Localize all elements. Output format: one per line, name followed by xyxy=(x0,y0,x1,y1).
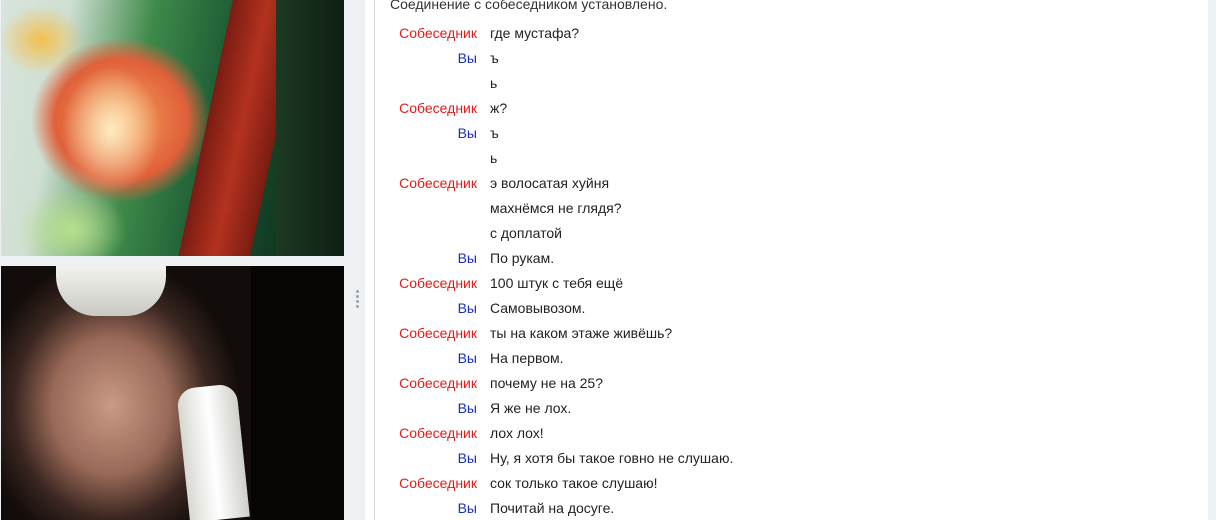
message-sender: Собеседник xyxy=(399,425,477,441)
message-sender: Собеседник xyxy=(399,275,477,291)
message-row: Собеседник э волосатая хуйня xyxy=(375,171,1209,196)
message-sender: Собеседник xyxy=(399,375,477,391)
message-sender: Вы xyxy=(457,350,477,366)
message-row: Собеседник ты на каком этаже живёшь? xyxy=(375,321,1209,346)
message-text: ты на каком этаже живёшь? xyxy=(490,325,673,341)
message-row: Вы По рукам. xyxy=(375,246,1209,271)
message-sender: Собеседник xyxy=(399,325,477,341)
message-row: Вы Ну, я хотя бы такое говно не слушаю. xyxy=(375,446,1209,471)
message-sender: Собеседник xyxy=(399,475,477,491)
message-row: Вы Самовывозом. xyxy=(375,296,1209,321)
message-row: Вы ъ xyxy=(375,121,1209,146)
bandaged-head xyxy=(56,266,166,316)
message-sender: Вы xyxy=(457,500,477,516)
message-text: почему не на 25? xyxy=(490,375,603,391)
message-text: махнёмся не глядя? xyxy=(490,200,622,216)
bandaged-arm xyxy=(176,383,250,520)
message-sender: Собеседник xyxy=(399,175,477,191)
message-list: Собеседник где мустафа? Вы ъ ь Собеседни… xyxy=(375,21,1209,520)
message-text: Почитай на досуге. xyxy=(490,500,615,516)
message-row: Собеседник где мустафа? xyxy=(375,21,1209,46)
message-text: ь xyxy=(490,75,498,91)
message-row: ь xyxy=(375,146,1209,171)
video-shadow xyxy=(251,266,344,520)
message-row: Собеседник ж? xyxy=(375,96,1209,121)
message-text: Ну, я хотя бы такое говно не слушаю. xyxy=(490,450,734,466)
message-text: По рукам. xyxy=(490,250,555,266)
message-row: Собеседник лох лох! xyxy=(375,421,1209,446)
panel-splitter[interactable] xyxy=(350,0,365,520)
message-row: Вы ъ xyxy=(375,46,1209,71)
message-row: ь xyxy=(375,71,1209,96)
message-row: Собеседник сок только такое слушаю! xyxy=(375,471,1209,496)
partner-video xyxy=(1,0,344,256)
message-text: ж? xyxy=(490,100,508,116)
message-sender: Вы xyxy=(457,250,477,266)
message-sender: Вы xyxy=(457,300,477,316)
message-sender: Собеседник xyxy=(399,25,477,41)
message-text: ь xyxy=(490,150,498,166)
message-row: Собеседник 100 штук с тебя ещё xyxy=(375,271,1209,296)
message-text: Самовывозом. xyxy=(490,300,586,316)
message-row: Вы Я же не лох. xyxy=(375,396,1209,421)
message-text: 100 штук с тебя ещё xyxy=(490,275,624,291)
video-column xyxy=(0,0,350,520)
message-row: махнёмся не глядя? xyxy=(375,196,1209,221)
message-row: Вы На первом. xyxy=(375,346,1209,371)
message-sender: Вы xyxy=(457,400,477,416)
message-sender: Вы xyxy=(457,50,477,66)
chat-log[interactable]: Соединение с собеседником установлено. С… xyxy=(374,0,1210,520)
message-text: э волосатая хуйня xyxy=(490,175,610,191)
message-text: ъ xyxy=(490,50,499,66)
video-shadow xyxy=(276,0,344,256)
message-row: Вы Почитай на досуге. xyxy=(375,496,1209,520)
message-text: ъ xyxy=(490,125,499,141)
message-text: Я же не лох. xyxy=(490,400,572,416)
message-text: На первом. xyxy=(490,350,564,366)
message-text: где мустафа? xyxy=(490,25,580,41)
message-sender: Вы xyxy=(457,125,477,141)
message-text: сок только такое слушаю! xyxy=(490,475,658,491)
message-row: Собеседник почему не на 25? xyxy=(375,371,1209,396)
message-row: с доплатой xyxy=(375,221,1209,246)
message-text: с доплатой xyxy=(490,225,562,241)
message-sender: Вы xyxy=(457,450,477,466)
splitter-grip-icon[interactable] xyxy=(356,290,359,308)
connection-status: Соединение с собеседником установлено. xyxy=(390,0,668,12)
chat-right-gutter xyxy=(1208,0,1216,520)
self-video xyxy=(1,266,344,520)
message-sender: Собеседник xyxy=(399,100,477,116)
message-text: лох лох! xyxy=(490,425,544,441)
